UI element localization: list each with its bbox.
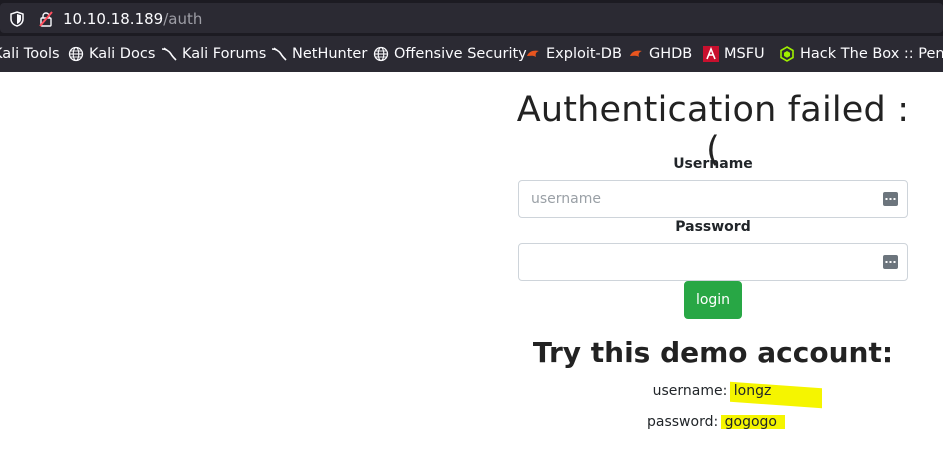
demo-password-value: gogogo (724, 414, 777, 430)
bookmark-label: NetHunter (292, 46, 368, 62)
demo-account-heading: Try this demo account: (532, 336, 894, 369)
kali-icon (161, 47, 177, 61)
htb-icon (780, 46, 794, 62)
kali-icon (271, 47, 287, 61)
demo-username-value: longz (733, 383, 772, 399)
bookmark-label: MSFU (724, 46, 765, 62)
demo-password-highlight: gogogo (720, 414, 785, 430)
bookmark-label: Kali Docs (89, 46, 156, 62)
demo-username-label: username: (652, 383, 728, 399)
insecure-lock-icon[interactable] (38, 11, 54, 27)
username-input[interactable] (519, 181, 907, 217)
password-manager-icon[interactable] (883, 192, 898, 206)
bookmark-kali-docs[interactable]: Kali Docs (68, 36, 155, 72)
page-content: Authentication failed :( Username Passwo… (0, 72, 943, 462)
browser-toolbar: 10.10.18.189/auth (0, 0, 943, 36)
bookmarks-toolbar: Kali Tools Kali Docs Kali Forums NetHunt… (0, 36, 943, 72)
address-bar[interactable]: 10.10.18.189/auth (0, 3, 943, 33)
bookmark-hack-the-box[interactable]: Hack The Box :: Penetration (779, 36, 943, 72)
bookmark-exploit-db[interactable]: Exploit-DB (525, 36, 622, 72)
demo-username-line: username: longz (513, 381, 913, 409)
globe-icon (68, 46, 84, 62)
demo-password-label: password: (647, 414, 719, 430)
globe-icon (373, 46, 389, 62)
bookmark-msfu[interactable]: MSFU (703, 36, 765, 72)
bookmark-label: Offensive Security (394, 46, 527, 62)
demo-password-line: password: gogogo (513, 414, 913, 430)
login-button[interactable]: login (684, 281, 742, 319)
bookmark-label: GHDB (649, 46, 693, 62)
password-label: Password (675, 219, 751, 235)
bookmark-nethunter[interactable]: NetHunter (271, 36, 367, 72)
bookmark-kali-tools[interactable]: Kali Tools (0, 36, 60, 72)
url-text[interactable]: 10.10.18.189/auth (63, 10, 202, 28)
url-path: /auth (163, 10, 203, 28)
bookmark-ghdb[interactable]: GHDB (628, 36, 692, 72)
password-input[interactable] (519, 244, 907, 280)
exploit-db-icon (630, 50, 642, 57)
exploit-db-icon (527, 50, 539, 57)
password-field[interactable] (518, 243, 908, 281)
bookmark-label: Kali Tools (0, 46, 60, 62)
password-manager-icon[interactable] (883, 255, 898, 269)
bookmark-label: Exploit-DB (546, 46, 622, 62)
shield-icon[interactable] (10, 11, 24, 27)
bookmark-label: Kali Forums (182, 46, 267, 62)
bookmark-kali-forums[interactable]: Kali Forums (161, 36, 266, 72)
username-field[interactable] (518, 180, 908, 218)
msfu-icon (703, 46, 719, 62)
username-label: Username (673, 156, 753, 172)
bookmark-offensive-security[interactable]: Offensive Security (373, 36, 527, 72)
demo-username-highlight: longz (729, 381, 822, 409)
bookmark-label: Hack The Box :: Penetration (800, 46, 943, 62)
url-host: 10.10.18.189 (63, 10, 164, 28)
